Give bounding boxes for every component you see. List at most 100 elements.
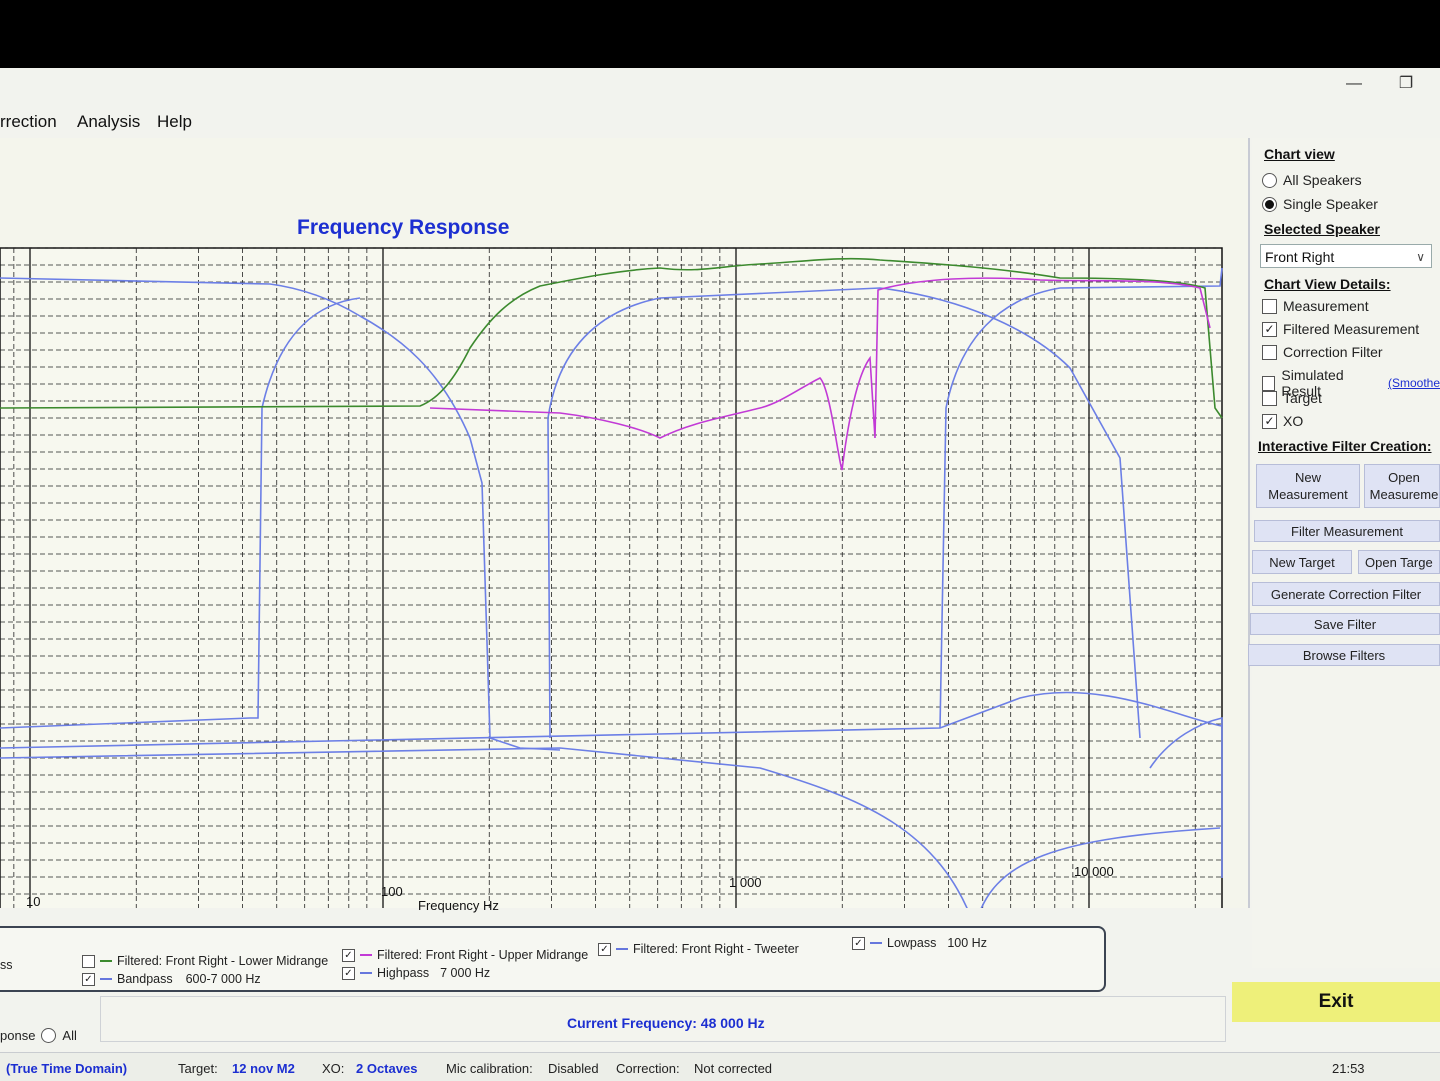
checkbox-icon [1262,375,1276,391]
legend-bandpass[interactable]: ✓ Bandpass 600-7 000 Hz [82,972,261,986]
tick-label-1000: 1 000 [729,875,762,890]
status-mic-value: Disabled [548,1061,599,1076]
menu-correction[interactable]: rrection [0,112,57,132]
chevron-down-icon: ∨ [1416,250,1425,264]
save-filter-button[interactable]: Save Filter [1250,613,1440,635]
new-target-button[interactable]: New Target [1252,550,1352,574]
restore-button[interactable]: ❐ [1388,72,1424,96]
correction-filter-label: Correction Filter [1283,344,1383,360]
open-measurement-button[interactable]: Open Measureme [1364,464,1440,508]
checkbox-icon [1262,298,1277,314]
speaker-select-value: Front Right [1265,249,1335,265]
minimize-button[interactable]: — [1336,72,1372,96]
status-target-value: 12 nov M2 [232,1061,295,1076]
menu-help[interactable]: Help [157,112,192,132]
correction-filter-checkbox[interactable]: Correction Filter [1262,344,1383,360]
exit-button[interactable]: Exit [1232,982,1440,1022]
chart-legend: ss Filtered: Front Right - Lower Midrang… [0,926,1106,992]
status-xo-value: 2 Octaves [356,1061,418,1076]
radio-circle-icon[interactable] [41,1028,57,1043]
chart-view-heading: Chart view [1264,146,1335,162]
generate-correction-filter-button[interactable]: Generate Correction Filter [1252,582,1440,606]
menu-bar: rrection Analysis Help [0,104,1440,134]
legend-tweeter[interactable]: ✓ Filtered: Front Right - Tweeter [598,942,799,956]
chart-panel: Frequency Response 10 100 1 000 10 000 F… [0,138,1250,913]
checkbox-icon [1262,390,1277,406]
legend-bandpass-label: Bandpass [117,972,173,986]
current-frequency-panel: Current Frequency: 48 000 Hz [100,996,1226,1042]
checkbox-checked-icon: ✓ [82,972,95,986]
target-checkbox[interactable]: Target [1262,390,1322,406]
menu-analysis[interactable]: Analysis [77,112,140,132]
status-xo-label: XO: [322,1061,345,1076]
all-speakers-radio[interactable]: All Speakers [1262,172,1362,188]
selected-speaker-heading: Selected Speaker [1264,221,1380,237]
status-mode: (True Time Domain) [6,1061,128,1076]
smoothed-link[interactable]: (Smoothe [1388,376,1440,390]
xo-checkbox[interactable]: ✓ XO [1262,413,1303,429]
checkbox-checked-icon: ✓ [342,948,355,962]
legend-swatch [616,948,628,950]
tick-label-100: 100 [381,884,403,899]
radio-selected-icon [1262,196,1277,212]
checkbox-checked-icon: ✓ [598,942,611,956]
response-label: ponse [0,1028,36,1043]
response-all-label: All [62,1028,77,1043]
legend-lower-midrange[interactable]: Filtered: Front Right - Lower Midrange [82,954,328,968]
legend-fragment-label: ss [0,958,13,972]
filtered-measurement-label: Filtered Measurement [1283,321,1420,337]
legend-lower-midrange-label: Filtered: Front Right - Lower Midrange [117,954,329,968]
status-correction-label: Correction: [616,1061,680,1076]
single-speaker-radio[interactable]: Single Speaker [1262,196,1378,212]
legend-swatch [360,972,372,974]
status-clock: 21:53 [1332,1061,1365,1076]
legend-swatch [870,942,882,944]
legend-upper-midrange-label: Filtered: Front Right - Upper Midrange [377,948,589,962]
status-bar: (True Time Domain) Target: 12 nov M2 XO:… [0,1052,1440,1081]
current-frequency-readout: Current Frequency: 48 000 Hz [567,1015,765,1031]
measurement-checkbox[interactable]: Measurement [1262,298,1369,314]
target-label: Target [1283,390,1322,406]
right-panel: Chart view All Speakers Single Speaker S… [1248,138,1440,968]
frequency-response-chart[interactable] [0,138,1248,908]
legend-lowpass-value: 100 Hz [947,936,987,950]
legend-bandpass-value: 600-7 000 Hz [185,972,261,986]
legend-swatch [360,954,372,956]
legend-highpass-label: Highpass [377,966,430,980]
legend-lowpass-label: Lowpass [887,936,937,950]
interactive-filter-heading: Interactive Filter Creation: [1258,438,1432,454]
checkbox-checked-icon: ✓ [342,966,355,980]
tick-label-10000: 10 000 [1074,864,1114,879]
response-selector: ponse All [0,1028,77,1043]
legend-highpass-value: 7 000 Hz [440,966,491,980]
xo-label: XO [1283,413,1304,429]
single-speaker-label: Single Speaker [1283,196,1378,212]
speaker-select[interactable]: Front Right ∨ [1260,244,1432,268]
browse-filters-button[interactable]: Browse Filters [1248,644,1440,666]
open-target-button[interactable]: Open Targe [1358,550,1440,574]
checkbox-checked-icon: ✓ [1262,321,1277,337]
new-measurement-button[interactable]: New Measurement [1256,464,1360,508]
legend-swatch [100,960,112,962]
checkbox-icon [82,954,95,968]
legend-fragment: ss [0,958,13,972]
x-axis-label: Frequency Hz [418,898,499,913]
status-correction-value: Not corrected [694,1061,773,1076]
all-speakers-label: All Speakers [1283,172,1362,188]
chart-view-details-heading: Chart View Details: [1264,276,1391,292]
app-window: — ❐ rrection Analysis Help Frequency Res… [0,68,1440,1081]
status-mic-label: Mic calibration: [446,1061,533,1076]
legend-upper-midrange[interactable]: ✓ Filtered: Front Right - Upper Midrange [342,948,588,962]
checkbox-checked-icon: ✓ [1262,413,1277,429]
tick-label-10: 10 [26,894,41,909]
legend-tweeter-label: Filtered: Front Right - Tweeter [633,942,799,956]
filtered-measurement-checkbox[interactable]: ✓ Filtered Measurement [1262,321,1419,337]
measurement-label: Measurement [1283,298,1369,314]
filter-measurement-button[interactable]: Filter Measurement [1254,520,1440,542]
legend-highpass[interactable]: ✓ Highpass 7 000 Hz [342,966,490,980]
checkbox-icon [1262,344,1277,360]
status-target-label: Target: [178,1061,218,1076]
window-controls: — ❐ [1300,68,1440,100]
radio-circle-icon [1262,172,1277,188]
legend-lowpass[interactable]: ✓ Lowpass 100 Hz [852,936,987,950]
